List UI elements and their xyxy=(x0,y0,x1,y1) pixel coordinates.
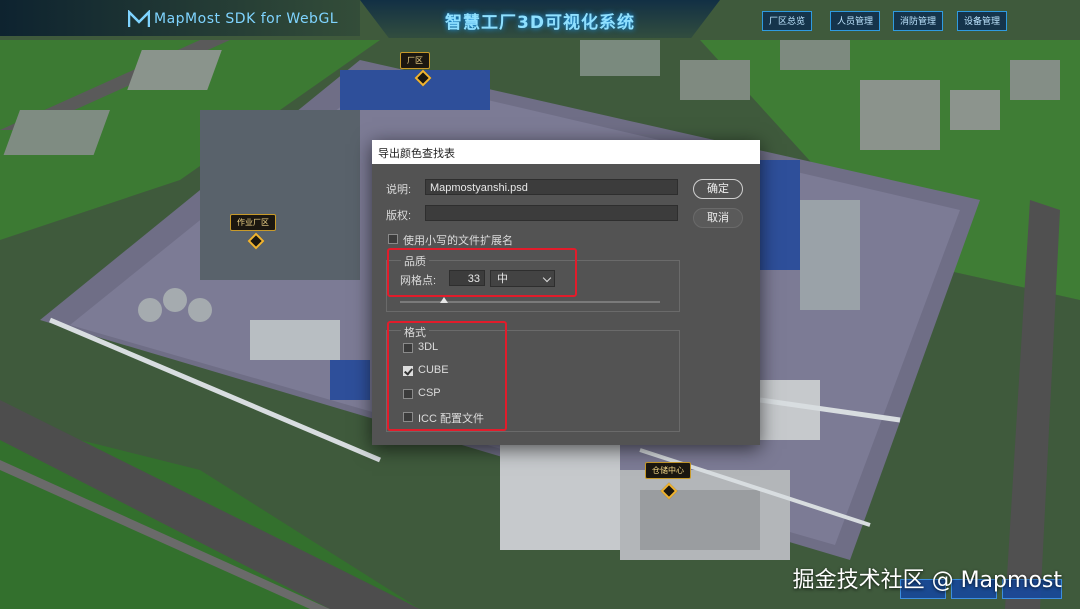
copyright-input[interactable] xyxy=(425,205,678,221)
scene-tag-warehouse[interactable]: 仓储中心 xyxy=(645,462,691,479)
nav-button-equipment[interactable]: 设备管理 xyxy=(957,11,1008,31)
description-input[interactable]: Mapmostyanshi.psd xyxy=(425,179,678,195)
copyright-label: 版权: xyxy=(386,210,412,222)
description-label: 说明: xyxy=(386,184,412,196)
highlight-format xyxy=(387,321,507,431)
quality-slider-track[interactable] xyxy=(400,301,660,303)
cancel-button[interactable]: 取消 xyxy=(693,208,743,228)
watermark-text: 掘金技术社区 @ Mapmost xyxy=(792,568,1062,593)
quality-slider-thumb[interactable] xyxy=(440,297,449,303)
nav-button-personnel[interactable]: 人员管理 xyxy=(830,11,881,31)
lowercase-extension-label: 使用小写的文件扩展名 xyxy=(403,235,513,247)
highlight-quality xyxy=(387,248,577,297)
dialog-title: 导出颜色查找表 xyxy=(378,148,455,160)
mapmost-logo-icon xyxy=(128,10,150,27)
app-logo: MapMost SDK for WebGL xyxy=(128,10,338,28)
lowercase-extension-checkbox[interactable] xyxy=(388,234,398,244)
scene-tag-work-area[interactable]: 作业厂区 xyxy=(230,214,276,231)
app-title: 智慧工厂3D可视化系统 xyxy=(445,13,635,33)
top-hud: MapMost SDK for WebGL 智慧工厂3D可视化系统 厂区总览 人… xyxy=(0,0,1080,40)
dialog-titlebar[interactable]: 导出颜色查找表 xyxy=(372,140,760,164)
export-color-lookup-dialog: 导出颜色查找表 说明: Mapmostyanshi.psd 版权: 确定 取消 … xyxy=(372,140,760,445)
nav-button-plant-overview[interactable]: 厂区总览 xyxy=(762,11,813,31)
logo-text: MapMost SDK for WebGL xyxy=(154,11,339,27)
scene-tag-plant[interactable]: 厂区 xyxy=(400,52,430,69)
ok-button[interactable]: 确定 xyxy=(693,179,743,199)
nav-button-fire[interactable]: 消防管理 xyxy=(893,11,944,31)
